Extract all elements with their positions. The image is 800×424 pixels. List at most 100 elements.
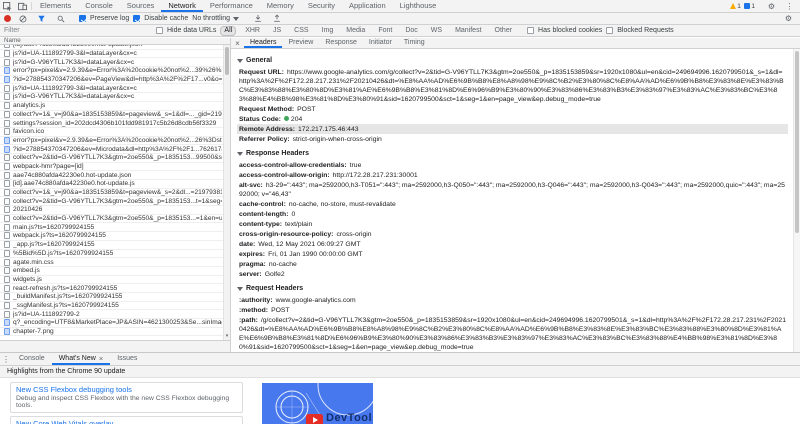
- main-tab[interactable]: Performance: [203, 0, 260, 12]
- network-request-row[interactable]: collect?v=2&tid=G-V96YTLL7K3&gtm=2oe550&…: [0, 154, 230, 163]
- network-request-row[interactable]: js?id=G-V96YTLL7K3&l=dataLayer&cx=c: [0, 58, 230, 68]
- resource-type-pill[interactable]: Manifest: [451, 26, 485, 36]
- preserve-log-checkbox[interactable]: [79, 15, 86, 22]
- blocked-requests-checkbox[interactable]: [606, 27, 614, 34]
- network-request-row[interactable]: js?id=UA-111892799-3&l=dataLayer&cx=c: [0, 84, 230, 94]
- network-request-row[interactable]: %5Bid%5D.js?ts=1620799924155: [0, 249, 230, 259]
- close-details-icon[interactable]: [231, 38, 244, 48]
- resource-type-pill[interactable]: All: [220, 25, 237, 36]
- main-tab[interactable]: Console: [78, 0, 120, 12]
- settings-gear-icon[interactable]: [764, 2, 779, 11]
- clear-icon[interactable]: [15, 15, 30, 23]
- network-request-row[interactable]: js?id=UA-111892799-3&l=dataLayer&cx=c: [0, 50, 230, 59]
- details-tab[interactable]: Initiator: [363, 38, 398, 48]
- details-tab[interactable]: Timing: [398, 38, 431, 48]
- main-tab[interactable]: Network: [161, 0, 203, 12]
- network-request-row[interactable]: settings?session_id=202dcd4306b101fdd981…: [0, 119, 230, 128]
- network-request-row[interactable]: collect?v=1&_v=j90&a=1835153859&t=pagevi…: [0, 110, 230, 120]
- main-tab[interactable]: Sources: [120, 0, 162, 12]
- network-request-row[interactable]: collect?v=1&_v=j90&a=1835153859&t=pagevi…: [0, 189, 230, 198]
- network-request-row[interactable]: q?_encoding=UTF8&MarketPlace=JP&ASIN=462…: [0, 319, 230, 328]
- network-request-row[interactable]: error?px=pixel&v=2.9.39&e=Error%3A%20coo…: [0, 67, 230, 76]
- details-scrollbar[interactable]: [793, 49, 800, 352]
- network-request-row[interactable]: analytics.js: [0, 102, 230, 111]
- network-request-row[interactable]: webpack.js?ts=1620799924155: [0, 232, 230, 241]
- main-tab[interactable]: Memory: [260, 0, 301, 12]
- drawer-tab[interactable]: Issues: [110, 353, 144, 365]
- issues-badge[interactable]: 1: [743, 3, 755, 10]
- resource-type-pill[interactable]: Doc: [401, 26, 421, 36]
- network-request-row[interactable]: ?id=278854370347206&ev=Microdata&dl=http…: [0, 145, 230, 154]
- network-request-row[interactable]: [id].aae74c880afda42230e0.hot-update.js: [0, 180, 230, 189]
- network-request-row[interactable]: widgets.js: [0, 275, 230, 285]
- resource-type-pill[interactable]: Img: [318, 26, 338, 36]
- header-value: POST: [297, 105, 316, 113]
- scrollbar-thumb[interactable]: [795, 51, 799, 233]
- network-request-row[interactable]: chapter-7.png: [0, 328, 230, 337]
- card-title-link[interactable]: New CSS Flexbox debugging tools: [16, 385, 237, 394]
- resource-type-pill[interactable]: JS: [269, 26, 285, 36]
- resource-type-pill[interactable]: WS: [427, 26, 446, 36]
- filter-input[interactable]: Filter: [4, 27, 152, 34]
- network-request-row[interactable]: main.js?ts=1620799924155: [0, 223, 230, 233]
- details-tab[interactable]: Preview: [282, 38, 319, 48]
- network-request-row[interactable]: collect?v=2&tid=G-V96YTLL7K3&gtm=2oe550&…: [0, 215, 230, 224]
- network-request-row[interactable]: ?id=278854370347206&ev=PageView&dl=http%…: [0, 76, 230, 85]
- scroll-down-arrow[interactable]: [224, 332, 230, 340]
- main-tab[interactable]: Lighthouse: [393, 0, 444, 12]
- has-blocked-cookies-checkbox[interactable]: [527, 27, 535, 34]
- details-tab[interactable]: Headers: [244, 38, 283, 48]
- network-request-row[interactable]: webpack-hmr?page=[id]: [0, 162, 230, 172]
- requests-scrollbar[interactable]: [223, 45, 230, 340]
- network-request-row[interactable]: embed.js: [0, 267, 230, 276]
- resource-type-icon: [4, 275, 10, 283]
- network-request-row[interactable]: agate.min.css: [0, 258, 230, 267]
- card-title-link[interactable]: New Core Web Vitals overlay: [16, 419, 237, 424]
- network-request-row[interactable]: js?id=UA-111892799-2: [0, 310, 230, 319]
- inspect-element-icon[interactable]: [0, 0, 15, 12]
- resource-type-pill[interactable]: CSS: [290, 26, 312, 36]
- device-toolbar-icon[interactable]: [15, 0, 30, 12]
- network-request-row[interactable]: js?id=G-V96YTLL7K3&l=dataLayer&cx=c: [0, 93, 230, 102]
- filter-funnel-icon[interactable]: [34, 15, 49, 23]
- close-tab-icon[interactable]: [99, 354, 103, 363]
- main-tab[interactable]: Application: [342, 0, 393, 12]
- resource-type-pill[interactable]: XHR: [241, 26, 264, 36]
- resource-type-pill[interactable]: Media: [342, 26, 369, 36]
- network-settings-gear-icon[interactable]: [781, 14, 796, 23]
- drawer-tab[interactable]: Console: [12, 353, 52, 365]
- response-headers-section-title[interactable]: Response Headers: [237, 149, 788, 158]
- play-button-icon[interactable]: [306, 414, 323, 424]
- details-tab[interactable]: Response: [319, 38, 363, 48]
- general-section-title[interactable]: General: [237, 56, 788, 65]
- request-headers-section-title[interactable]: Request Headers: [237, 284, 788, 293]
- throttling-dropdown[interactable]: No throttling: [192, 15, 240, 22]
- warnings-badge[interactable]: 1: [729, 3, 741, 10]
- resource-type-pill[interactable]: Other: [491, 26, 517, 36]
- hide-data-urls-checkbox[interactable]: [156, 27, 163, 34]
- resource-type-pill[interactable]: Font: [374, 26, 396, 36]
- drawer-tab[interactable]: What's New: [51, 353, 111, 365]
- network-request-row[interactable]: _buildManifest.js?ts=1620799924155: [0, 293, 230, 302]
- search-icon[interactable]: [53, 15, 68, 23]
- scrollbar-thumb[interactable]: [225, 47, 229, 75]
- export-har-icon[interactable]: [269, 14, 284, 23]
- name-column-header[interactable]: Name: [0, 37, 230, 45]
- network-request-row[interactable]: _app.js?ts=1620799924155: [0, 241, 230, 250]
- record-button[interactable]: [4, 15, 11, 22]
- network-request-row[interactable]: 20210426: [0, 206, 230, 215]
- network-request-row[interactable]: _ssgManifest.js?ts=1620799924155: [0, 301, 230, 311]
- import-har-icon[interactable]: [250, 14, 265, 23]
- main-tab[interactable]: Security: [301, 0, 342, 12]
- main-tab[interactable]: Elements: [33, 0, 78, 12]
- network-request-row[interactable]: collect?v=2&tid=G-V96YTLL7K3&gtm=2oe550&…: [0, 197, 230, 207]
- whats-new-video-thumbnail[interactable]: DevTools: [262, 383, 373, 424]
- kebab-menu-icon[interactable]: [782, 2, 797, 11]
- drawer-kebab-menu-icon[interactable]: [0, 353, 12, 365]
- network-request-row[interactable]: favicon.ico: [0, 128, 230, 137]
- main-tab-label: Elements: [40, 0, 72, 10]
- disable-cache-checkbox[interactable]: [133, 15, 141, 22]
- network-request-row[interactable]: aae74c880afda42230e0.hot-update.json: [0, 171, 230, 180]
- network-request-row[interactable]: error?px=pixel&v=2.9.39&e=Error%3A%20coo…: [0, 136, 230, 146]
- network-request-row[interactable]: react-refresh.js?ts=1620799924155: [0, 284, 230, 293]
